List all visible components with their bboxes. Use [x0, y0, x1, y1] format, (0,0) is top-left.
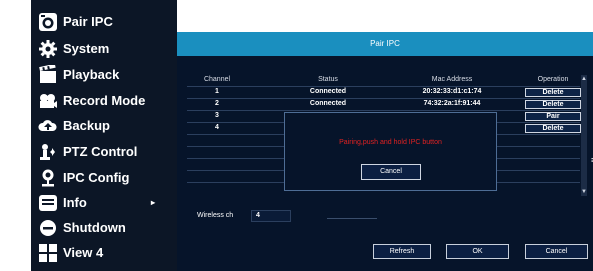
delete-button[interactable]: Delete: [525, 124, 581, 133]
menu-item-label: Record Mode: [63, 93, 146, 108]
menu-item-label: Playback: [63, 67, 120, 82]
cloud-upload-icon: [38, 119, 57, 131]
wireless-channel-dropdown[interactable]: [327, 218, 377, 219]
gear-icon: [39, 39, 57, 58]
menu-item-label: System: [63, 41, 110, 56]
menu-item-label: Backup: [63, 118, 110, 133]
column-header-operation: Operation: [537, 76, 569, 83]
wireless-channel-field[interactable]: 4: [251, 210, 291, 222]
dialog-title: Pair IPC: [177, 32, 593, 56]
ok-button[interactable]: OK: [446, 244, 509, 259]
menu-item-record-mode[interactable]: Record Mode: [31, 88, 177, 113]
menu-item-label: Shutdown: [63, 220, 126, 235]
cell-status: Connected: [309, 88, 347, 95]
pair-ipc-dialog: Pair IPC Channel Status Mac Address Oper…: [177, 32, 593, 271]
playback-icon: [39, 64, 56, 83]
cell-channel: 2: [215, 100, 219, 107]
ptz-icon: [40, 143, 55, 160]
scroll-down-icon[interactable]: ▼: [581, 189, 587, 195]
refresh-button[interactable]: Refresh: [373, 244, 431, 259]
menu-item-label: PTZ Control: [63, 144, 138, 159]
menu-item-ipc-config[interactable]: IPC Config: [31, 165, 177, 190]
menu-item-playback[interactable]: Playback: [31, 62, 177, 87]
view-grid-icon: [39, 243, 57, 262]
menu-item-pair-ipc[interactable]: Pair IPC: [31, 9, 177, 34]
cell-channel: 1: [215, 88, 219, 95]
record-mode-icon: [40, 93, 57, 108]
column-header-status: Status: [318, 76, 338, 83]
menu-item-backup[interactable]: Backup: [31, 113, 177, 138]
pairing-message: Pairing,push and hold IPC button: [339, 139, 442, 146]
menu-item-label: Info: [63, 195, 87, 210]
wireless-channel-label: Wireless ch: [197, 212, 234, 219]
scroll-up-icon[interactable]: ▲: [581, 76, 587, 82]
popup-cancel-button[interactable]: Cancel: [361, 164, 421, 180]
pair-button[interactable]: Pair: [525, 112, 581, 121]
delete-button[interactable]: Delete: [525, 100, 581, 109]
menu-item-label: View 4: [63, 245, 104, 260]
column-header-channel: Channel: [203, 76, 231, 83]
menu-item-shutdown[interactable]: Shutdown: [31, 215, 177, 240]
camera-icon: [39, 12, 57, 31]
cell-status: Connected: [309, 100, 347, 107]
ipc-config-icon: [42, 169, 54, 186]
info-list-icon: [39, 194, 57, 211]
table-scrollbar[interactable]: ▲ ▼: [581, 75, 587, 196]
menu-item-label: IPC Config: [63, 170, 130, 185]
menu-item-system[interactable]: System: [31, 36, 177, 61]
delete-button[interactable]: Delete: [525, 88, 581, 97]
cancel-button[interactable]: Cancel: [525, 244, 588, 259]
pairing-popup: Pairing,push and hold IPC button Cancel: [284, 112, 497, 191]
cell-mac: 20:32:33:d1:c1:74: [422, 88, 482, 95]
submenu-arrow-icon: ▸: [150, 198, 155, 207]
menu-item-info[interactable]: Info ▸: [31, 190, 177, 215]
menu-item-view-4[interactable]: View 4: [31, 240, 177, 265]
shutdown-icon: [40, 219, 56, 236]
menu-item-label: Pair IPC: [63, 14, 113, 29]
side-menu: Pair IPC System Playback Record Mode Bac…: [31, 0, 177, 271]
cell-channel: 3: [215, 112, 219, 119]
cell-mac: 74:32:2a:1f:91:44: [423, 100, 481, 107]
menu-item-ptz-control[interactable]: PTZ Control: [31, 139, 177, 164]
column-header-mac: Mac Address: [431, 76, 473, 83]
cell-channel: 4: [215, 124, 219, 131]
